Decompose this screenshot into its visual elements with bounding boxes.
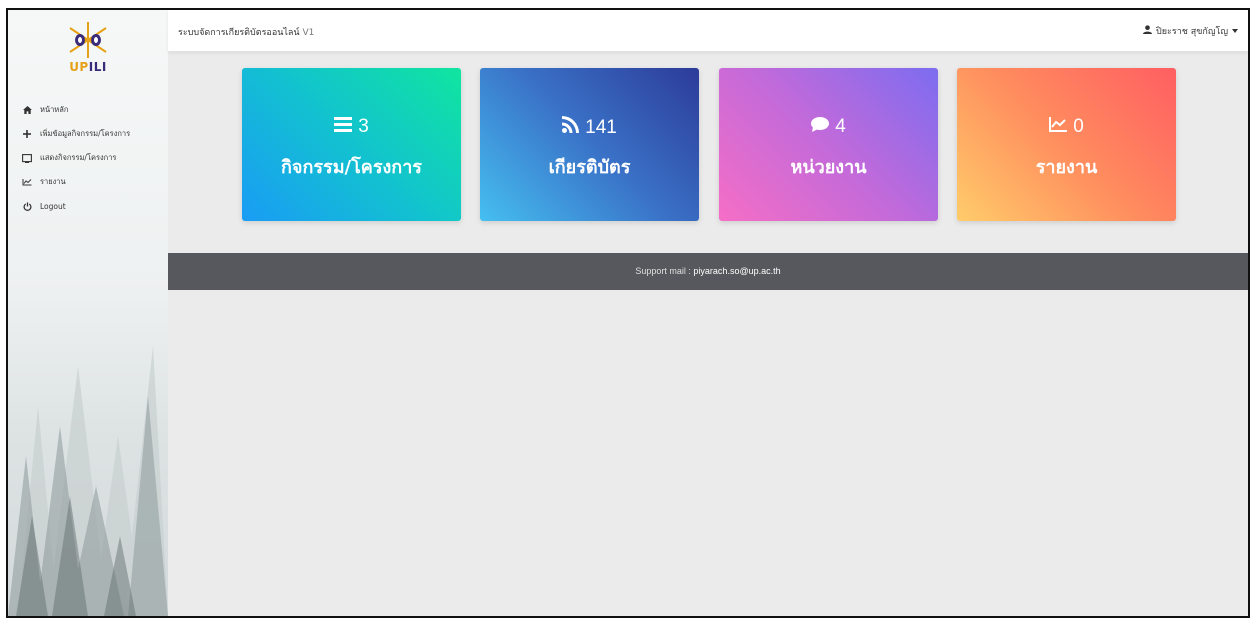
area-chart-icon	[1049, 116, 1068, 138]
user-icon	[1143, 25, 1153, 37]
app-title-text: ระบบจัดการเกียรติบัตรออนไลน์	[178, 28, 300, 38]
support-mail-label: Support mail :	[635, 266, 691, 276]
upili-logo[interactable]: UPILI	[56, 20, 120, 76]
sidebar-item-add-activity[interactable]: เพิ่มข้อมูลกิจกรรม/โครงการ	[20, 122, 130, 146]
chart-icon	[20, 178, 34, 186]
card-count-row: 141	[480, 116, 699, 139]
logo-text: UPILI	[56, 60, 120, 74]
sidebar: UPILI หน้าหลัก เพิ่มข้อมูลกิจกรรม/โครงกา…	[8, 10, 168, 616]
sidebar-item-label: แสดงกิจกรรม/โครงการ	[40, 153, 117, 162]
sidebar-item-label: หน้าหลัก	[40, 105, 69, 114]
support-mail-link[interactable]: piyarach.so@up.ac.th	[693, 266, 780, 276]
footer: Support mail : piyarach.so@up.ac.th	[168, 253, 1248, 290]
plus-icon	[20, 130, 34, 138]
sidebar-item-label: Logout	[40, 201, 66, 211]
card-count: 141	[585, 116, 617, 138]
sidebar-item-label: เพิ่มข้อมูลกิจกรรม/โครงการ	[40, 129, 131, 138]
card-count-row: 4	[719, 116, 938, 138]
logo-emblem	[69, 22, 107, 58]
card-label: กิจกรรม/โครงการ	[281, 157, 422, 178]
window-icon	[20, 153, 34, 163]
power-icon	[20, 201, 34, 211]
list-icon	[334, 116, 353, 138]
card-departments[interactable]: 4 หน่วยงาน	[719, 68, 938, 221]
sidebar-item-report[interactable]: รายงาน	[20, 170, 130, 194]
card-count-row: 0	[957, 116, 1176, 138]
top-navbar: ระบบจัดการเกียรติบัตรออนไลน์ V1 ปิยะราช …	[168, 10, 1248, 52]
user-name: ปิยะราช สุขกัญโญ	[1156, 27, 1228, 37]
sidebar-item-logout[interactable]: Logout	[20, 194, 130, 218]
sidebar-menu: หน้าหลัก เพิ่มข้อมูลกิจกรรม/โครงการ แสดง…	[20, 98, 130, 218]
caret-down-icon	[1232, 26, 1238, 36]
logo-text-up: UP	[69, 60, 89, 74]
comment-icon	[811, 116, 830, 138]
forest-background-image	[8, 346, 168, 616]
card-count: 4	[835, 116, 846, 137]
card-label: รายงาน	[1035, 157, 1098, 178]
app-title[interactable]: ระบบจัดการเกียรติบัตรออนไลน์ V1	[178, 25, 314, 39]
card-certificates[interactable]: 141 เกียรติบัตร	[480, 68, 699, 221]
sidebar-item-label: รายงาน	[40, 177, 66, 186]
sidebar-item-show-activities[interactable]: แสดงกิจกรรม/โครงการ	[20, 146, 130, 170]
user-menu-dropdown[interactable]: ปิยะราช สุขกัญโญ	[1143, 24, 1238, 38]
home-icon	[20, 106, 34, 114]
logo-text-ili: ILI	[88, 60, 107, 74]
app-window: UPILI หน้าหลัก เพิ่มข้อมูลกิจกรรม/โครงกา…	[6, 8, 1250, 618]
rss-icon	[562, 116, 580, 139]
card-label: เกียรติบัตร	[548, 157, 631, 178]
app-version: V1	[302, 28, 315, 38]
card-count: 0	[1073, 116, 1084, 137]
card-label: หน่วยงาน	[790, 157, 867, 178]
card-activities[interactable]: 3 กิจกรรม/โครงการ	[242, 68, 461, 221]
card-reports[interactable]: 0 รายงาน	[957, 68, 1176, 221]
card-count-row: 3	[242, 116, 461, 138]
card-count: 3	[358, 116, 369, 137]
sidebar-item-home[interactable]: หน้าหลัก	[20, 98, 130, 122]
